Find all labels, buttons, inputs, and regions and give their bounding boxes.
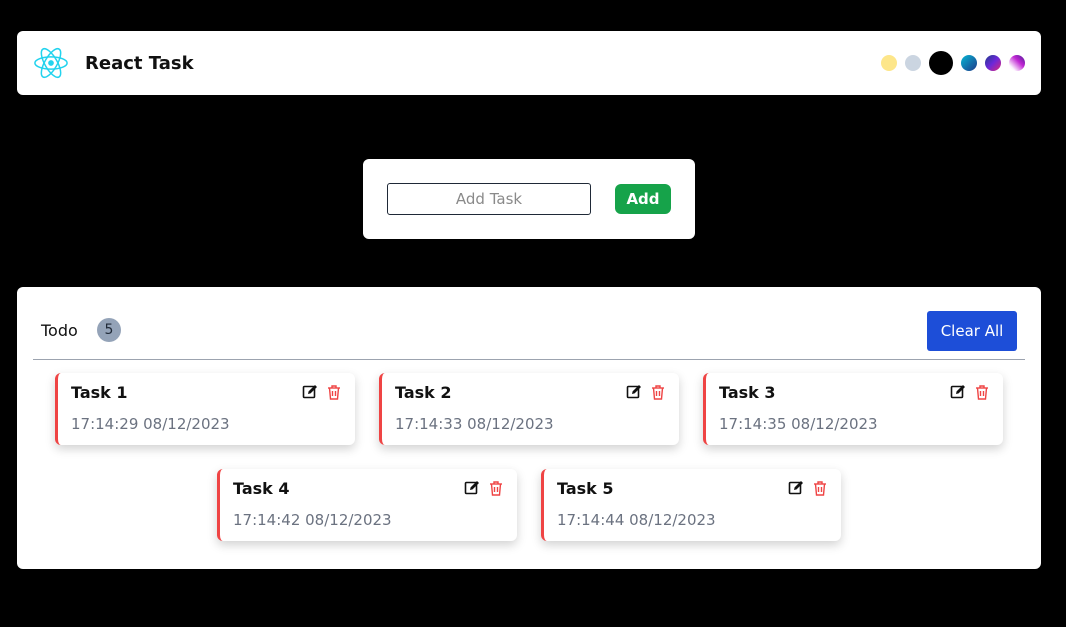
task-card: Task 2 17:14:33 08/12/2023 (379, 373, 679, 445)
edit-icon[interactable] (301, 383, 319, 401)
theme-blue-gradient-button[interactable] (961, 55, 977, 71)
theme-pink-gradient-button[interactable] (1009, 55, 1025, 71)
theme-light-button[interactable] (905, 55, 921, 71)
task-card: Task 3 17:14:35 08/12/2023 (703, 373, 1003, 445)
task-card: Task 5 17:14:44 08/12/2023 (541, 469, 841, 541)
clear-all-button[interactable]: Clear All (927, 311, 1017, 351)
edit-icon[interactable] (949, 383, 967, 401)
trash-icon[interactable] (325, 383, 343, 401)
edit-icon[interactable] (625, 383, 643, 401)
todo-panel: Todo 5 Clear All Task 1 17:14:29 08/12/2… (17, 287, 1041, 569)
task-name: Task 2 (395, 383, 452, 402)
divider (33, 359, 1025, 360)
app-header: React Task (17, 31, 1041, 95)
trash-icon[interactable] (811, 479, 829, 497)
task-card: Task 1 17:14:29 08/12/2023 (55, 373, 355, 445)
trash-icon[interactable] (973, 383, 991, 401)
app-title: React Task (85, 52, 194, 74)
task-time: 17:14:33 08/12/2023 (395, 415, 554, 433)
task-name: Task 3 (719, 383, 776, 402)
task-input[interactable] (387, 183, 591, 215)
react-logo-icon (33, 45, 69, 81)
task-time: 17:14:42 08/12/2023 (233, 511, 392, 529)
todo-heading: Todo (41, 321, 78, 340)
task-card: Task 4 17:14:42 08/12/2023 (217, 469, 517, 541)
task-time: 17:14:29 08/12/2023 (71, 415, 230, 433)
task-name: Task 1 (71, 383, 128, 402)
task-time: 17:14:44 08/12/2023 (557, 511, 716, 529)
task-name: Task 5 (557, 479, 614, 498)
trash-icon[interactable] (649, 383, 667, 401)
task-time: 17:14:35 08/12/2023 (719, 415, 878, 433)
edit-icon[interactable] (787, 479, 805, 497)
edit-icon[interactable] (463, 479, 481, 497)
add-task-form: Add (363, 159, 695, 239)
task-name: Task 4 (233, 479, 290, 498)
theme-yellow-button[interactable] (881, 55, 897, 71)
theme-black-button[interactable] (929, 51, 953, 75)
trash-icon[interactable] (487, 479, 505, 497)
todo-count-badge: 5 (97, 318, 121, 342)
theme-switcher (881, 51, 1025, 75)
theme-violet-gradient-button[interactable] (985, 55, 1001, 71)
add-button[interactable]: Add (615, 184, 671, 214)
